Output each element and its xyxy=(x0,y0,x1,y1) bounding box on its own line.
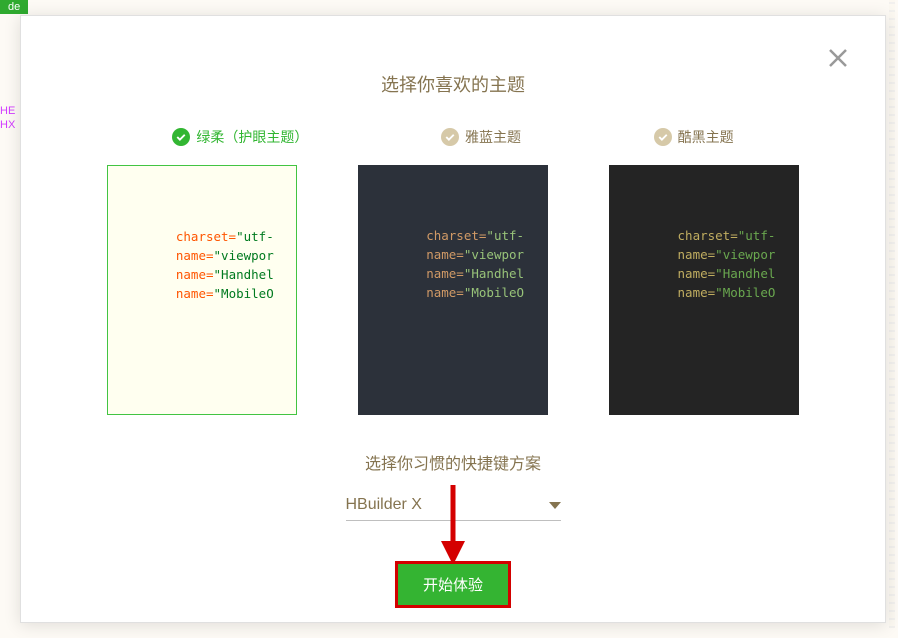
theme-preview-green[interactable]: charset="utf- name="viewpor name="Handhe… xyxy=(107,165,297,415)
theme-selector-modal: 选择你喜欢的主题 绿柔（护眼主题） 雅蓝主题 酷黑 xyxy=(20,15,886,623)
dropdown-value: HBuilder X xyxy=(346,496,422,514)
theme-option-blue[interactable]: 雅蓝主题 xyxy=(441,127,521,147)
left-edge-text: HE HX xyxy=(0,0,20,638)
shortcut-scheme-dropdown[interactable]: HBuilder X xyxy=(346,496,561,521)
check-icon xyxy=(441,128,459,146)
close-icon[interactable] xyxy=(826,46,850,70)
minimap-strip xyxy=(889,0,895,628)
check-icon xyxy=(654,128,672,146)
theme-label: 绿柔（护眼主题） xyxy=(196,127,308,147)
theme-option-dark[interactable]: 酷黑主题 xyxy=(654,127,734,147)
theme-label: 雅蓝主题 xyxy=(465,127,521,147)
modal-title: 选择你喜欢的主题 xyxy=(21,71,885,97)
theme-options-row: 绿柔（护眼主题） 雅蓝主题 酷黑主题 xyxy=(21,127,885,165)
shortcut-subtitle: 选择你习惯的快捷键方案 xyxy=(21,450,885,474)
check-icon xyxy=(172,128,190,146)
theme-option-green[interactable]: 绿柔（护眼主题） xyxy=(172,127,308,147)
chevron-down-icon xyxy=(549,502,561,509)
start-button[interactable]: 开始体验 xyxy=(395,561,511,608)
theme-preview-blue[interactable]: charset="utf- name="viewpor name="Handhe… xyxy=(358,165,548,415)
theme-previews-row: charset="utf- name="viewpor name="Handhe… xyxy=(21,165,885,415)
theme-preview-dark[interactable]: charset="utf- name="viewpor name="Handhe… xyxy=(609,165,799,415)
theme-label: 酷黑主题 xyxy=(678,127,734,147)
